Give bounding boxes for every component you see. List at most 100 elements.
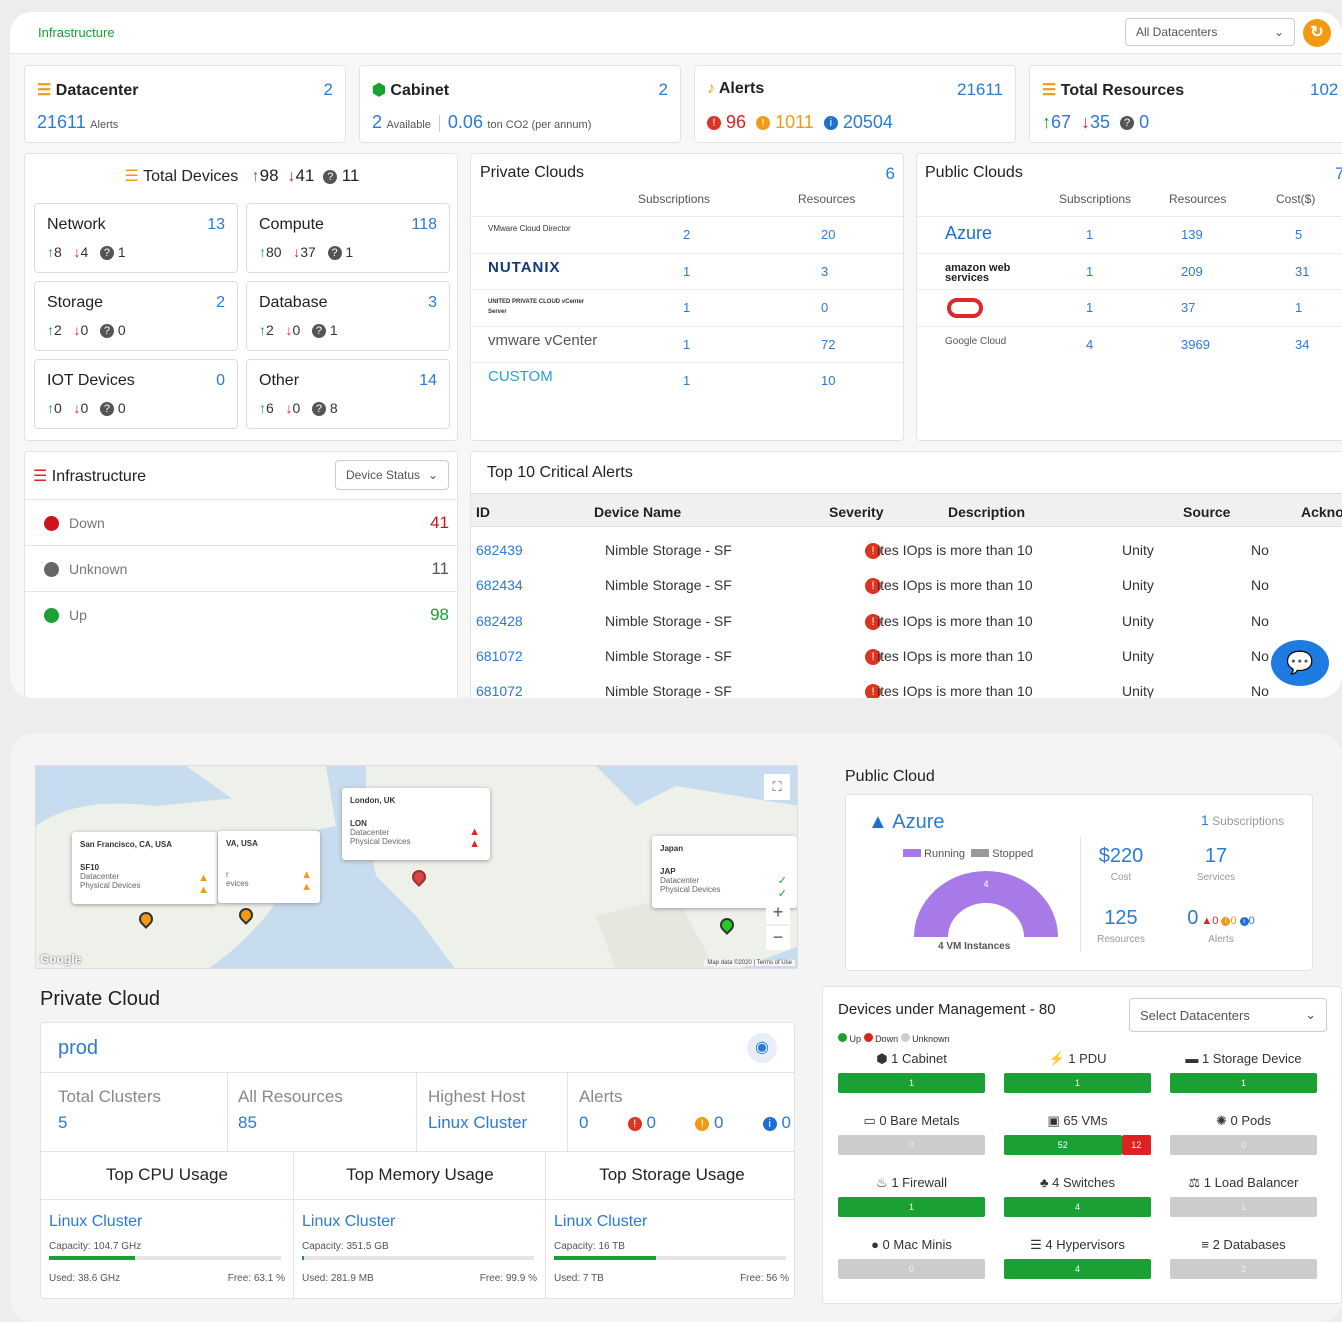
popup-japan[interactable]: Japan JAP Datacenter Physical Devices ✓ ✓ <box>652 836 797 908</box>
provider-logo: vmware vCenter <box>488 331 598 349</box>
status-row-up[interactable]: Up 98 <box>25 591 457 637</box>
alert-row[interactable]: 681072 Nimble Storage - SF! ites IOps is m… <box>471 648 1342 685</box>
check-icon: ✓ ✓ <box>777 875 787 900</box>
public-cloud-row[interactable]: Azure 1 139 5 <box>917 216 1342 252</box>
dum-item-hypervisors[interactable]: ☰ 4 Hypervisors <box>1004 1237 1151 1253</box>
warning-icon: ▲ ▲ <box>301 869 312 893</box>
alert-row[interactable]: 682428 Nimble Storage - SF! ites IOps is m… <box>471 613 1342 650</box>
private-cloud-row[interactable]: UNITED PRIVATE CLOUD vCenter Server 1 0 <box>471 289 903 325</box>
status-row-unknown[interactable]: Unknown 11 <box>25 545 457 591</box>
dum-bar: 4 <box>1004 1197 1151 1217</box>
device-type-icon: ▣ <box>1047 1113 1064 1128</box>
dum-item-storage-device[interactable]: ▬ 1 Storage Device <box>1170 1051 1317 1066</box>
dum-item-pods[interactable]: ✺ 0 Pods <box>1170 1113 1317 1129</box>
device-tile-storage[interactable]: Storage 2 ↑2 ↓0 ? 0 <box>34 281 238 351</box>
private-cloud-name[interactable]: prod <box>58 1037 98 1060</box>
dum-item-pdu[interactable]: ⚡ 1 PDU <box>1004 1051 1151 1067</box>
list-icon: ☰ <box>33 468 48 485</box>
private-cloud-row[interactable]: VMware Cloud Director 2 20 <box>471 216 903 252</box>
private-cloud-row[interactable]: NUTANIX 1 3 <box>471 252 903 289</box>
warning-icon: ! <box>695 1116 710 1131</box>
dum-item-bare-metals[interactable]: ▭ 0 Bare Metals <box>838 1113 985 1129</box>
device-tile-database[interactable]: Database 3 ↑2 ↓0 ? 1 <box>246 281 450 351</box>
usage-column: Top Memory Usage Linux Cluster Capacity: 3… <box>293 1151 546 1298</box>
unknown-icon: ? <box>323 169 338 184</box>
total-resources-card[interactable]: ☰ Total Resources 102 ↑67 ↓35 ? 0 <box>1029 65 1342 143</box>
public-cloud-row[interactable]: amazon web services 1 209 31 <box>917 252 1342 289</box>
datacenter-card[interactable]: ☰ Datacenter 2 21611 Alerts <box>24 65 346 143</box>
dum-item-switches[interactable]: ♣ 4 Switches <box>1004 1175 1151 1190</box>
select-datacenters[interactable]: Select Datacenters ⌄ <box>1129 998 1327 1032</box>
alert-row[interactable]: 682434 Nimble Storage - SF! ites IOps is m… <box>471 577 1342 614</box>
dum-bar: 2 <box>1170 1259 1317 1279</box>
usage-column: Top Storage Usage Linux Cluster Capacity: … <box>545 1151 794 1298</box>
dum-bar: 1 <box>838 1197 985 1217</box>
infrastructure-status-card: ☰ Infrastructure Device Status ⌄ Down 41 Un… <box>24 451 458 698</box>
fullscreen-button[interactable]: ⛶ <box>764 774 790 800</box>
oracle-icon <box>947 298 983 318</box>
dum-item-vms[interactable]: ▣ 65 VMs <box>1004 1113 1151 1129</box>
breadcrumb[interactable]: Infrastructure <box>38 25 115 40</box>
header-bar: Infrastructure All Datacenters ⌄ ↻ <box>10 12 1342 54</box>
alert-icon: ▲ ▲ <box>469 826 480 850</box>
warning-icon: ! <box>756 116 771 131</box>
warning-icon: ▲ ▲ <box>198 872 209 896</box>
device-type-icon: ≡ <box>1201 1237 1213 1252</box>
provider-logo: Google Cloud <box>945 335 1007 347</box>
popup-london[interactable]: London, UK LON Datacenter Physical Devic… <box>342 788 490 860</box>
alert-row[interactable]: 682439 Nimble Storage - SF! ites IOps is m… <box>471 542 1342 579</box>
datacenter-select[interactable]: All Datacenters ⌄ <box>1125 18 1295 46</box>
device-type-icon: ▭ <box>863 1113 880 1128</box>
private-cloud-row[interactable]: CUSTOM 1 10 <box>471 362 903 398</box>
usage-column: Top CPU Usage Linux Cluster Capacity: 104.… <box>41 1151 293 1298</box>
public-cloud-row[interactable]: Google Cloud 4 3969 34 <box>917 325 1342 362</box>
zoom-in-button[interactable]: + <box>766 900 790 924</box>
info-icon: i <box>762 1116 777 1131</box>
map-attribution[interactable]: Map data ©2020 | Terms of Use <box>704 960 795 966</box>
device-type-icon: ⬢ <box>876 1051 892 1066</box>
alerts-card[interactable]: ♪ Alerts 21611 ! 96 ! 1011 i 20504 <box>694 65 1016 143</box>
dum-bar: 1 <box>1170 1197 1317 1217</box>
private-cloud-row[interactable]: vmware vCenter 1 72 <box>471 325 903 362</box>
popup-sf[interactable]: San Francisco, CA, USA SF10 Datacenter P… <box>72 832 217 904</box>
unknown-icon: ? <box>99 246 114 261</box>
dum-item-databases[interactable]: ≡ 2 Databases <box>1170 1237 1317 1252</box>
google-logo: Google <box>40 952 82 966</box>
device-status-select[interactable]: Device Status ⌄ <box>335 460 449 490</box>
public-cloud-row[interactable]: 1 37 1 <box>917 289 1342 325</box>
popup-va[interactable]: VA, USA r evices ▲ ▲ <box>218 831 320 903</box>
provider-logo: amazon web services <box>945 261 1011 284</box>
map[interactable]: San Francisco, CA, USA SF10 Datacenter P… <box>35 765 798 969</box>
unknown-icon: ? <box>1120 116 1135 131</box>
cabinet-card[interactable]: ⬢ Cabinet 2 2 Available 0.06 ton CO2 (per… <box>359 65 681 143</box>
dum-item-cabinet[interactable]: ⬢ 1 Cabinet <box>838 1051 985 1067</box>
warning-icon: ▲ <box>1201 915 1213 927</box>
device-tile-iot-devices[interactable]: IOT Devices 0 ↑0 ↓0 ? 0 <box>34 359 238 429</box>
chat-icon: 💬 <box>1286 650 1314 675</box>
usage-bar-fill <box>554 1256 657 1260</box>
zoom-out-button[interactable]: − <box>766 926 790 950</box>
dum-item-load-balancer[interactable]: ⚖ 1 Load Balancer <box>1170 1175 1317 1191</box>
dum-item-firewall[interactable]: ♨ 1 Firewall <box>838 1175 985 1191</box>
chat-button[interactable]: 💬 <box>1271 640 1329 686</box>
dum-bar: 1 <box>838 1073 985 1093</box>
refresh-button[interactable]: ↻ <box>1303 19 1331 47</box>
device-type-icon: ⚡ <box>1048 1051 1069 1066</box>
datacenter-count: 2 <box>323 80 333 99</box>
status-row-down[interactable]: Down 41 <box>25 499 457 545</box>
alert-row[interactable]: 681072 Nimble Storage - SF! ites IOps is m… <box>471 683 1342 698</box>
status-dot-icon <box>44 516 59 531</box>
device-tile-other[interactable]: Other 14 ↑6 ↓0 ? 8 <box>246 359 450 429</box>
provider-logo: VMware Cloud Director <box>488 224 571 233</box>
device-tile-network[interactable]: Network 13 ↑8 ↓4 ? 1 <box>34 203 238 273</box>
refresh-icon: ↻ <box>1310 24 1324 41</box>
list-icon: ☰ <box>124 168 139 185</box>
view-button[interactable]: ◉ <box>747 1033 777 1063</box>
usage-bar <box>302 1256 534 1260</box>
infrastructure-dashboard-panel: Infrastructure All Datacenters ⌄ ↻ ☰ Data… <box>10 12 1342 698</box>
dum-item-mac-minis[interactable]: ● 0 Mac Minis <box>838 1237 985 1252</box>
provider-logo: Azure <box>945 223 993 243</box>
device-tile-compute[interactable]: Compute 118 ↑80 ↓37 ? 1 <box>246 203 450 273</box>
private-cloud-title: Private Cloud <box>40 988 161 1010</box>
total-devices-header: ☰ Total Devices ↑98 ↓41 ? 11 <box>124 166 360 185</box>
